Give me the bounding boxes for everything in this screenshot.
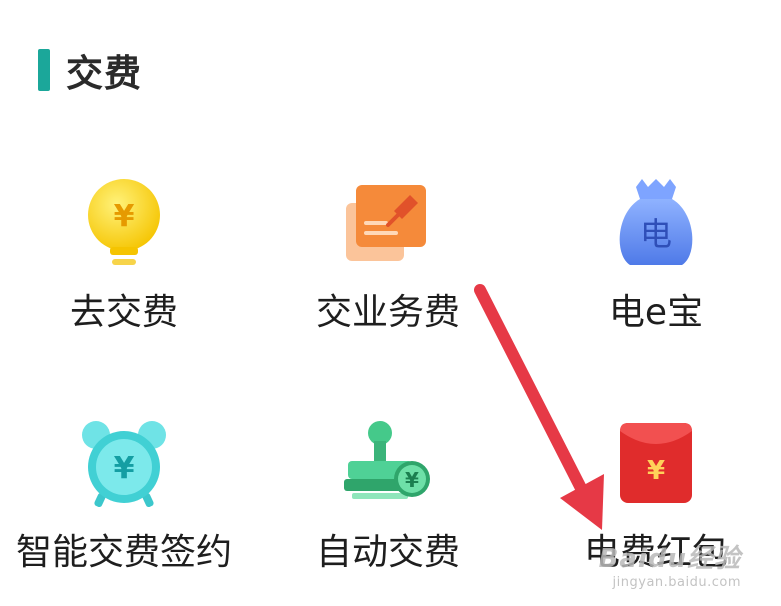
section-header: 交费 (38, 44, 142, 96)
svg-text:¥: ¥ (405, 468, 419, 492)
tile-go-pay[interactable]: ¥ 去交费 (4, 168, 244, 338)
tile-label: 交业务费 (315, 292, 460, 333)
svg-text:¥: ¥ (114, 451, 135, 486)
svg-text:¥: ¥ (114, 199, 135, 234)
yuan-alarm-clock-icon: ¥ (69, 408, 179, 518)
tile-auto-pay[interactable]: ¥ 自动交费 (268, 408, 508, 578)
yuan-lightbulb-icon: ¥ (69, 168, 179, 278)
tile-label: 自动交费 (315, 532, 460, 573)
section-title: 交费 (66, 52, 142, 95)
svg-text:¥: ¥ (647, 456, 665, 486)
tile-label: 电费红包 (583, 532, 728, 573)
stamp-yuan-icon: ¥ (333, 408, 443, 518)
money-bag-glyph: 电 (640, 215, 672, 253)
tile-business-fee[interactable]: 交业务费 (268, 168, 508, 338)
red-envelope-icon: ¥ (601, 408, 711, 518)
section-accent-bar (38, 49, 50, 91)
page: 交费 ¥ 去交费 交业务费 电 电e宝 ¥ 智能交费签约 ¥ 自动交费 ¥ 电费… (0, 0, 781, 606)
tile-label: 智能交费签约 (15, 532, 232, 573)
tile-label: 去交费 (69, 292, 178, 333)
tile-electricity-red-envelope[interactable]: ¥ 电费红包 (536, 408, 776, 578)
money-bag-icon: 电 (601, 168, 711, 278)
tile-label: 电e宝 (608, 292, 704, 333)
tile-smart-pay-contract[interactable]: ¥ 智能交费签约 (4, 408, 244, 578)
tile-dian-e-bao[interactable]: 电 电e宝 (536, 168, 776, 338)
paper-pin-icon (333, 168, 443, 278)
